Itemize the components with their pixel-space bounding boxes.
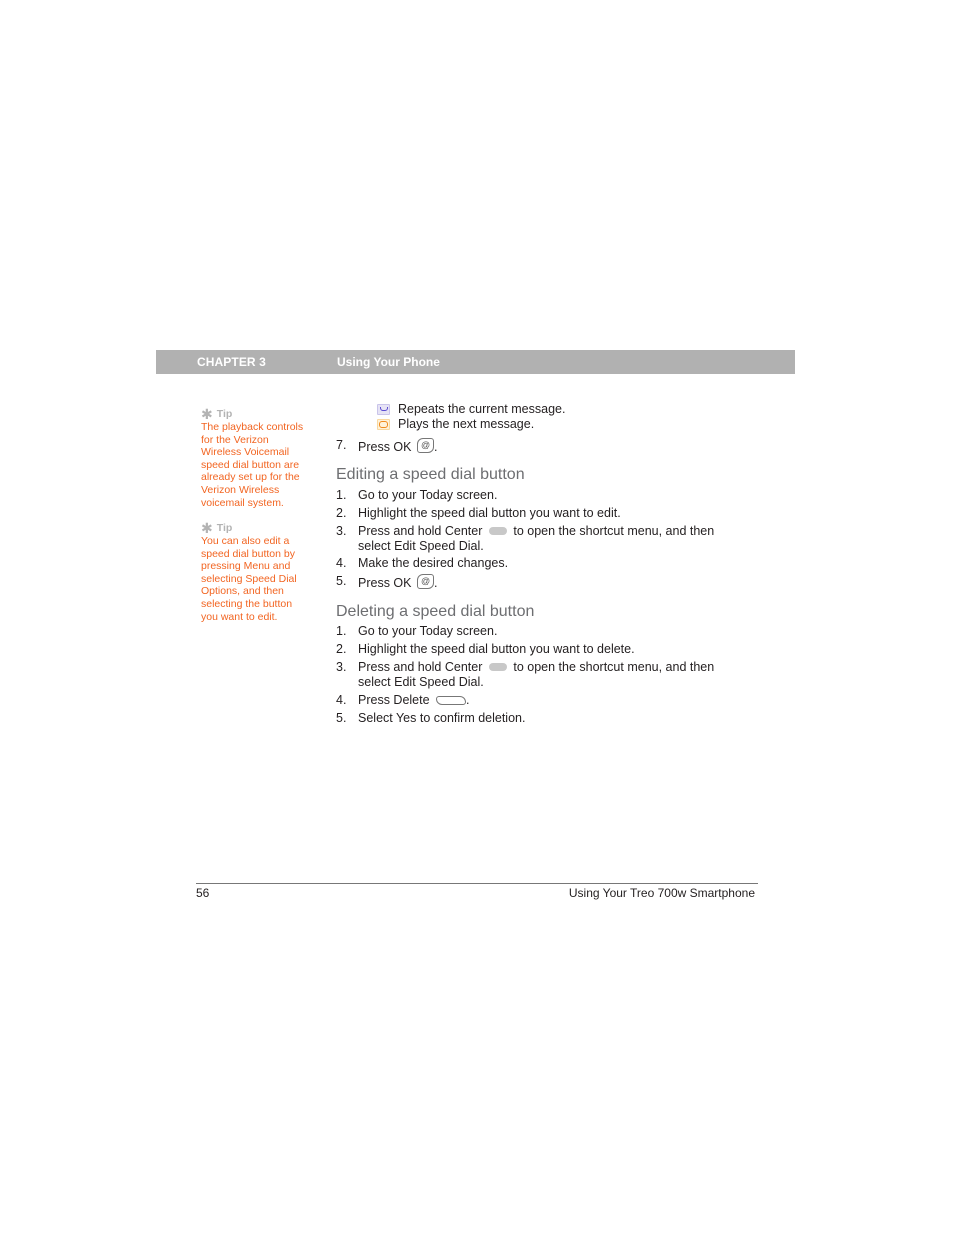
step-text: to open the shortcut menu, and then [513, 524, 715, 538]
chapter-header-bar: CHAPTER 3 Using Your Phone [156, 350, 795, 374]
step-text: Press and hold Center [358, 660, 483, 674]
asterisk-icon: ✱ [201, 520, 213, 536]
footer-divider [196, 883, 758, 884]
tip-line: You can also edit a [201, 535, 290, 547]
step-number: 5. [336, 574, 347, 588]
step-number: 1. [336, 624, 347, 638]
step-number: 7. [336, 438, 347, 452]
playback-text: Repeats the current message. [398, 402, 566, 416]
step-text: Highlight the speed dial button you want… [358, 642, 635, 656]
step-text: Highlight the speed dial button you want… [358, 506, 621, 520]
tip-line: selecting the button [201, 597, 293, 610]
step-text: to open the shortcut menu, and then [513, 660, 715, 674]
step-number: 2. [336, 506, 347, 520]
tip-line: Wireless Voicemail [201, 446, 290, 459]
page-number: 56 [196, 886, 210, 900]
playback-text: Plays the next message. [398, 417, 535, 431]
center-button-icon [488, 663, 507, 671]
tip-line: voicemail system. [201, 496, 284, 509]
step-text: Select Yes to confirm deletion. [358, 711, 526, 725]
step-text: Make the desired changes. [358, 556, 509, 570]
asterisk-icon: ✱ [201, 406, 213, 422]
step-number: 1. [336, 488, 347, 502]
tip-text: You can also edit a speed dial button by… [201, 535, 321, 623]
tip-label: Tip [216, 408, 233, 420]
step-text: Press and hold Center [358, 524, 483, 538]
step-text: Go to your Today screen. [358, 488, 498, 502]
step-text: Press Delete [358, 693, 430, 707]
chapter-title: Using Your Phone [337, 355, 440, 369]
tip-line: Verizon Wireless [201, 483, 280, 496]
step-text: Go to your Today screen. [358, 624, 498, 638]
tip-text: The playback controls for the Verizon Wi… [201, 421, 321, 509]
chapter-label: CHAPTER 3 [197, 355, 266, 369]
section-heading-editing: Editing a speed dial button [336, 466, 525, 483]
tip-line: pressing Menu and [201, 560, 291, 573]
repeat-icon [377, 403, 390, 415]
tip-line: Options, and then [201, 585, 284, 598]
section-heading-deleting: Deleting a speed dial button [336, 603, 535, 620]
punctuation: . [466, 693, 470, 707]
tip-line: The playback controls [201, 421, 304, 433]
tip-line: speed dial button are [201, 458, 300, 471]
step-number: 3. [336, 660, 347, 674]
tip-box: ✱ Tip The playback controls for the Veriz… [201, 406, 321, 509]
next-message-icon [377, 418, 390, 430]
delete-button-icon [436, 696, 467, 705]
step-number: 4. [336, 693, 347, 707]
ok-button-icon [416, 574, 434, 589]
step-text: Press OK [358, 440, 412, 454]
tip-line: speed dial button by [201, 547, 295, 560]
step-number: 3. [336, 524, 347, 538]
tip-line: for the Verizon [201, 433, 269, 446]
center-button-icon [488, 527, 507, 535]
step-text: Press OK [358, 576, 412, 590]
step-text: select Edit Speed Dial. [358, 538, 484, 553]
playback-item: Repeats the current message. [377, 402, 565, 416]
tip-line: you want to edit. [201, 610, 278, 623]
playback-item: Plays the next message. [377, 417, 534, 431]
step-text: select Edit Speed Dial. [358, 674, 484, 689]
step-number: 5. [336, 711, 347, 725]
step-number: 4. [336, 556, 347, 570]
punctuation: . [433, 440, 438, 454]
tip-line: selecting Speed Dial [201, 572, 297, 585]
punctuation: . [433, 576, 438, 590]
tip-line: already set up for the [201, 471, 300, 484]
ok-button-icon [416, 438, 434, 453]
step-number: 2. [336, 642, 347, 656]
tip-box: ✱ Tip You can also edit a speed dial butt… [201, 520, 321, 623]
tip-label: Tip [216, 522, 233, 534]
footer-title: Using Your Treo 700w Smartphone [568, 886, 755, 900]
